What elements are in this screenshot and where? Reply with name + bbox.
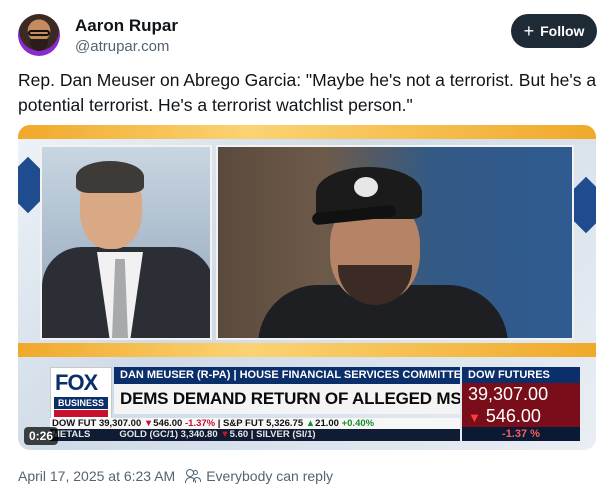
ticker-sp-change: 21.00 (315, 418, 339, 429)
lower-third: FOX BUSINESS DAN MEUSER (R-PA) | HOUSE F… (50, 363, 580, 441)
reply-setting: Everybody can reply (185, 468, 333, 484)
up-arrow-icon: ▲ (305, 418, 316, 429)
post-header: Aaron Rupar @atrupar.com + Follow (18, 12, 599, 60)
cap-logo (354, 177, 378, 197)
author-display-name[interactable]: Aaron Rupar (75, 16, 178, 36)
dow-futures-pct: -1.37 % (462, 427, 580, 441)
name-bar: DAN MEUSER (R-PA) | HOUSE FINANCIAL SERV… (114, 367, 460, 384)
speaker-hair (76, 161, 144, 193)
plus-icon: + (523, 21, 535, 41)
chyron-headline: DEMS DEMAND RETURN OF ALLEGED MS-13 GANG… (114, 384, 460, 414)
follow-button[interactable]: + Follow (511, 14, 597, 48)
dow-futures-title: DOW FUTURES (462, 367, 580, 383)
ticker-dow-value: 39,307.00 (98, 418, 142, 429)
ticker-sp-pct: +0.40% (341, 418, 375, 429)
ticker-sp-value: 5,326.75 (266, 418, 304, 429)
ticker-silver-label: SILVER (SI/1) (256, 429, 316, 440)
video-panel-left (40, 145, 212, 340)
background-stripe (18, 125, 596, 139)
video-timecode: 0:26 (24, 427, 58, 445)
ticker-dow-label: DOW FUT (52, 418, 97, 429)
author-info[interactable]: Aaron Rupar @atrupar.com (75, 16, 178, 57)
avatar-beard (30, 39, 48, 51)
people-icon (185, 469, 202, 483)
network-logo-line2: BUSINESS (54, 397, 108, 409)
ticker-dow-change: 546.00 (153, 418, 183, 429)
video-player[interactable]: FOX BUSINESS DAN MEUSER (R-PA) | HOUSE F… (18, 125, 596, 450)
author-handle[interactable]: @atrupar.com (75, 37, 178, 57)
background-stripe (18, 343, 596, 357)
post-timestamp[interactable]: April 17, 2025 at 6:23 AM (18, 468, 175, 484)
ticker-sp-label: S&P FUT (223, 418, 264, 429)
down-arrow-icon: ▼ (220, 429, 230, 440)
reply-setting-label: Everybody can reply (206, 468, 334, 484)
avatar[interactable] (18, 14, 60, 56)
follow-button-label: Follow (540, 23, 585, 39)
dow-futures-panel: DOW FUTURES 39,307.00 ▼ 546.00 -1.37 % (462, 367, 580, 441)
down-arrow-icon: ▼ (143, 418, 154, 429)
video-panel-right (216, 145, 574, 340)
dow-futures-change-value: 546.00 (485, 406, 541, 426)
network-logo-bar (54, 410, 108, 417)
dow-futures-change: ▼ 546.00 (462, 405, 580, 427)
dow-futures-value: 39,307.00 (462, 383, 580, 405)
network-logo: FOX BUSINESS (50, 367, 112, 419)
down-arrow-icon: ▼ (468, 410, 481, 425)
ticker-row-1: DOW FUT 39,307.00 ▼546.00 -1.37% | S&P F… (50, 418, 460, 429)
ticker-gold-label: GOLD (GC/1) (119, 429, 178, 440)
network-logo-line1: FOX (55, 370, 98, 395)
ticker-dow-pct: -1.37% (184, 418, 216, 429)
ticker-gold-change: 5.60 (229, 429, 249, 440)
post-text: Rep. Dan Meuser on Abrego Garcia: "Maybe… (18, 70, 597, 115)
ticker-gold-value: 3,340.80 (180, 429, 218, 440)
post-meta: April 17, 2025 at 6:23 AM Everybody can … (18, 468, 333, 484)
ticker-row-2: METALS GOLD (GC/1) 3,340.80 ▼5.60 | SILV… (50, 429, 460, 441)
avatar-glasses (28, 30, 50, 36)
